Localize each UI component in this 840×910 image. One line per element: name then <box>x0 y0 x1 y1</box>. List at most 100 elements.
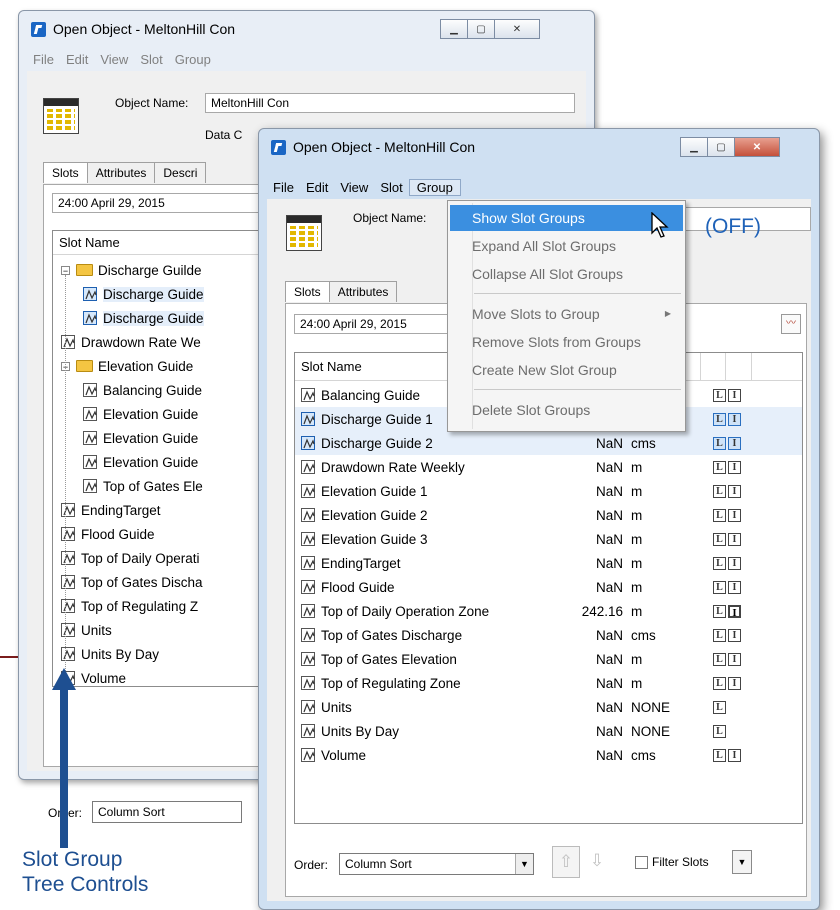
order-select[interactable]: Column Sort ▼ <box>339 853 534 875</box>
flag-i-icon[interactable]: I <box>728 460 741 474</box>
flag-l-icon[interactable]: L <box>713 556 726 570</box>
order-select[interactable]: Column Sort <box>92 801 242 823</box>
tree-slot-row[interactable]: EndingTarget <box>61 498 161 522</box>
tree-slot-row[interactable]: Units <box>61 618 112 642</box>
flag-l-icon[interactable]: L <box>713 532 726 546</box>
flag-i-icon[interactable]: I <box>728 604 741 619</box>
slot-row[interactable]: EndingTarget NaN m L I <box>295 551 802 575</box>
flag-l-icon[interactable]: L <box>713 580 726 594</box>
move-up-arrow-icon[interactable]: ⇧ <box>552 846 580 878</box>
tree-slot-row[interactable]: Units By Day <box>61 642 159 666</box>
plot-icon[interactable]: 〰 <box>781 314 801 334</box>
object-name-field[interactable]: MeltonHill Con <box>205 93 575 113</box>
flag-l-icon[interactable]: L <box>713 508 726 522</box>
flag-i-icon[interactable]: I <box>728 580 741 594</box>
slot-row[interactable]: Top of Gates Discharge NaN cms L I <box>295 623 802 647</box>
filter-slots-checkbox[interactable] <box>635 856 648 869</box>
tree-slot-row[interactable]: Balancing Guide <box>83 378 202 402</box>
tree-slot-row[interactable]: Drawdown Rate We <box>61 330 201 354</box>
tree-slot-row[interactable]: Elevation Guide <box>83 450 198 474</box>
menu-item-delete-groups[interactable]: Delete Slot Groups <box>450 397 683 423</box>
minimize-icon[interactable]: ▁ <box>680 137 708 157</box>
tab-attributes[interactable]: Attributes <box>328 281 398 302</box>
flag-l-icon[interactable]: L <box>713 460 726 474</box>
maximize-icon[interactable]: ▢ <box>707 137 735 157</box>
slot-row[interactable]: Top of Regulating Zone NaN m L I <box>295 671 802 695</box>
slot-row[interactable]: Top of Daily Operation Zone 242.16 m L I <box>295 599 802 623</box>
menu-file[interactable]: File <box>27 52 60 67</box>
chevron-down-icon[interactable]: ▼ <box>515 854 533 874</box>
menu-item-create-group[interactable]: Create New Slot Group <box>450 357 683 383</box>
tree-slot-row[interactable]: Elevation Guide <box>83 402 198 426</box>
slot-row[interactable]: Flood Guide NaN m L I <box>295 575 802 599</box>
menu-file[interactable]: File <box>267 180 300 195</box>
collapse-toggle-icon[interactable]: − <box>61 265 70 275</box>
menu-edit[interactable]: Edit <box>60 52 94 67</box>
slot-row[interactable]: Elevation Guide 1 NaN m L I <box>295 479 802 503</box>
date-field[interactable]: 24:00 April 29, 2015 <box>294 314 454 334</box>
tab-slots[interactable]: Slots <box>43 162 88 183</box>
flag-i-icon[interactable]: I <box>728 388 741 402</box>
menu-group[interactable]: Group <box>169 52 217 67</box>
flag-l-icon[interactable]: L <box>713 604 726 618</box>
flag-l-icon[interactable]: L <box>713 676 726 690</box>
tab-slots[interactable]: Slots <box>285 281 330 302</box>
menu-item-expand-all[interactable]: Expand All Slot Groups <box>450 233 683 259</box>
menu-view[interactable]: View <box>94 52 134 67</box>
flag-i-icon[interactable]: I <box>728 436 741 450</box>
flag-l-icon[interactable]: L <box>713 436 726 450</box>
filter-dropdown-icon[interactable]: ▼ <box>732 850 752 874</box>
tree-slot-row[interactable]: Top of Gates Discha <box>61 570 203 594</box>
flag-i-icon[interactable]: I <box>728 508 741 522</box>
menu-item-move-slots[interactable]: Move Slots to Group <box>450 301 683 327</box>
close-icon[interactable]: ✕ <box>494 19 540 39</box>
flag-i-icon[interactable]: I <box>728 748 741 762</box>
tree-slot-row[interactable]: Top of Daily Operati <box>61 546 200 570</box>
slot-row[interactable]: Drawdown Rate Weekly NaN m L I <box>295 455 802 479</box>
flag-l-icon[interactable]: L <box>713 412 726 426</box>
tab-description[interactable]: Descri <box>154 162 207 183</box>
tree-group-row[interactable]: − Elevation Guide <box>61 354 193 378</box>
slot-row[interactable]: Elevation Guide 2 NaN m L I <box>295 503 802 527</box>
tree-slot-row[interactable]: Elevation Guide <box>83 426 198 450</box>
flag-i-icon[interactable]: I <box>728 412 741 426</box>
slot-row[interactable]: Elevation Guide 3 NaN m L I <box>295 527 802 551</box>
flag-i-icon[interactable]: I <box>728 556 741 570</box>
tree-slot-row[interactable]: Discharge Guide <box>83 306 204 330</box>
date-field[interactable]: 24:00 April 29, 2015 <box>52 193 292 213</box>
flag-l-icon[interactable]: L <box>713 748 726 762</box>
menu-edit[interactable]: Edit <box>300 180 334 195</box>
flag-l-icon[interactable]: L <box>713 724 726 738</box>
flag-l-icon[interactable]: L <box>713 484 726 498</box>
tree-slot-row[interactable]: Flood Guide <box>61 522 155 546</box>
flag-i-icon[interactable]: I <box>728 532 741 546</box>
tree-slot-row[interactable]: Top of Gates Ele <box>83 474 203 498</box>
menu-item-show-slot-groups[interactable]: Show Slot Groups <box>450 205 683 231</box>
slot-row[interactable]: Volume NaN cms L I <box>295 743 802 767</box>
flag-l-icon[interactable]: L <box>713 700 726 714</box>
menu-slot[interactable]: Slot <box>374 180 408 195</box>
flag-i-icon[interactable]: I <box>728 652 741 666</box>
menu-view[interactable]: View <box>334 180 374 195</box>
tree-slot-row[interactable]: Top of Regulating Z <box>61 594 198 618</box>
menu-item-remove-slots[interactable]: Remove Slots from Groups <box>450 329 683 355</box>
maximize-icon[interactable]: ▢ <box>467 19 495 39</box>
close-icon[interactable]: ✕ <box>734 137 780 157</box>
slot-row[interactable]: Units NaN NONE L <box>295 695 802 719</box>
move-down-arrow-icon[interactable]: ⇩ <box>584 846 610 876</box>
tab-attributes[interactable]: Attributes <box>86 162 156 183</box>
menu-slot[interactable]: Slot <box>134 52 168 67</box>
menu-item-collapse-all[interactable]: Collapse All Slot Groups <box>450 261 683 287</box>
flag-i-icon[interactable]: I <box>728 628 741 642</box>
slot-row[interactable]: Top of Gates Elevation NaN m L I <box>295 647 802 671</box>
menu-group[interactable]: Group <box>408 178 461 196</box>
slot-row[interactable]: Discharge Guide 2 NaN cms L I <box>295 431 802 455</box>
tree-slot-row[interactable]: Discharge Guide <box>83 282 204 306</box>
tree-group-row[interactable]: − Discharge Guilde <box>61 258 202 282</box>
flag-i-icon[interactable]: I <box>728 484 741 498</box>
slot-row[interactable]: Units By Day NaN NONE L <box>295 719 802 743</box>
flag-l-icon[interactable]: L <box>713 388 726 402</box>
flag-l-icon[interactable]: L <box>713 652 726 666</box>
minimize-icon[interactable]: ▁ <box>440 19 468 39</box>
flag-l-icon[interactable]: L <box>713 628 726 642</box>
